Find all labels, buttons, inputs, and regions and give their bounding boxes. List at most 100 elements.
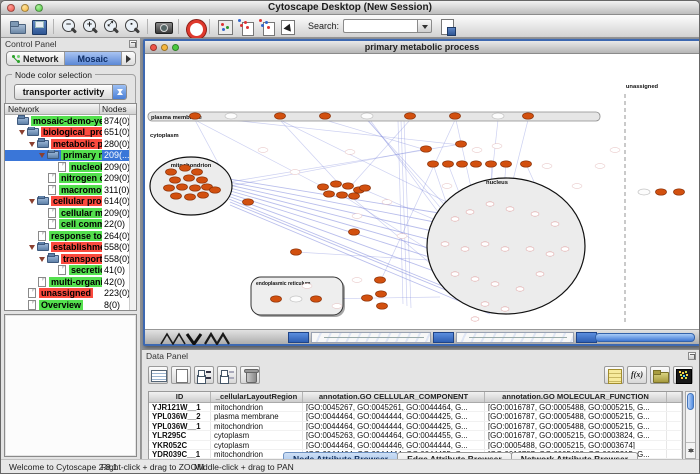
zoom-out-icon[interactable] bbox=[59, 17, 79, 36]
gene-node[interactable] bbox=[318, 184, 329, 190]
tree-row[interactable]: unassigned223(0) bbox=[5, 288, 136, 300]
tree-row[interactable]: cell communicat22(0) bbox=[5, 219, 136, 231]
gene-node[interactable] bbox=[164, 185, 175, 191]
annotation-icon[interactable] bbox=[278, 17, 298, 36]
tree-row[interactable]: secretion41(0) bbox=[5, 265, 136, 277]
gene-node[interactable] bbox=[349, 229, 360, 235]
notes-icon[interactable] bbox=[604, 366, 624, 384]
table-row[interactable]: YPL036W__2plasma membrane[GO:0044464, GO… bbox=[149, 412, 682, 421]
tree-column-nodes[interactable]: Nodes bbox=[99, 104, 136, 114]
gene-node[interactable] bbox=[166, 169, 177, 175]
tree-scrollbar[interactable] bbox=[129, 115, 136, 310]
gene-node[interactable] bbox=[360, 185, 371, 191]
column-header[interactable]: annotation.GO MOLECULAR_FUNCTION bbox=[485, 392, 667, 402]
table-scrollbar[interactable] bbox=[685, 391, 696, 459]
gene-node[interactable] bbox=[421, 146, 432, 152]
gene-node[interactable] bbox=[291, 249, 302, 255]
snapshot-icon[interactable] bbox=[153, 17, 173, 36]
table-row[interactable]: YPL036W__1mitochondrion[GO:0044464, GO:0… bbox=[149, 422, 682, 431]
import-attributes-icon[interactable] bbox=[650, 366, 670, 384]
save-session-as-icon[interactable] bbox=[438, 17, 458, 36]
node-color-dropdown[interactable]: transporter activity bbox=[14, 84, 127, 100]
gene-node[interactable] bbox=[501, 161, 512, 167]
gene-node[interactable] bbox=[185, 194, 196, 200]
open-file-icon[interactable] bbox=[7, 17, 27, 36]
network-thumb-handle[interactable] bbox=[576, 332, 597, 343]
help-icon[interactable] bbox=[184, 17, 204, 36]
gene-node[interactable] bbox=[405, 113, 416, 119]
tree-row[interactable]: Overview8(0) bbox=[5, 299, 136, 311]
tab-mosaic[interactable]: Mosaic bbox=[65, 52, 123, 65]
zoom-in-icon[interactable] bbox=[80, 17, 100, 36]
tree-row[interactable]: multi-organism pro42(0) bbox=[5, 276, 136, 288]
unselect-attributes-icon[interactable] bbox=[217, 366, 237, 384]
gene-node[interactable] bbox=[311, 296, 322, 302]
select-all-icon[interactable] bbox=[148, 366, 168, 384]
tree-row[interactable]: cellular process614(0) bbox=[5, 196, 136, 208]
minimize-icon[interactable] bbox=[21, 4, 29, 12]
zoom-window-icon[interactable] bbox=[35, 4, 43, 12]
save-session-icon[interactable] bbox=[28, 17, 48, 36]
gene-node[interactable] bbox=[376, 291, 387, 297]
network-canvas[interactable]: plasma membrane cytoplasm unassigned mit… bbox=[145, 54, 699, 329]
close-icon[interactable] bbox=[7, 4, 15, 12]
gene-node[interactable] bbox=[456, 141, 467, 147]
frame-close-icon[interactable] bbox=[150, 44, 157, 51]
zoom-fit-icon[interactable] bbox=[101, 17, 121, 36]
import-table-icon[interactable] bbox=[257, 17, 277, 36]
column-header[interactable]: annotation.GO CELLULAR_COMPONENT bbox=[303, 392, 485, 402]
function-icon[interactable]: f(x) bbox=[627, 366, 647, 384]
column-header[interactable]: _cellularLayoutRegion bbox=[211, 392, 303, 402]
gene-node[interactable] bbox=[192, 169, 203, 175]
tree-row[interactable]: mosaic-demo-yeast874(0) bbox=[5, 115, 136, 127]
gene-node[interactable] bbox=[197, 177, 208, 183]
tab-network[interactable]: Network bbox=[7, 52, 65, 65]
gene-node[interactable] bbox=[271, 296, 282, 302]
tree-row[interactable]: establishment of lo558(0) bbox=[5, 242, 136, 254]
gene-node[interactable] bbox=[337, 192, 348, 198]
frame-minimize-icon[interactable] bbox=[161, 44, 168, 51]
table-scrollbar-thumb[interactable] bbox=[687, 393, 694, 410]
tree-row[interactable]: nucleobase-209(0) bbox=[5, 161, 136, 173]
table-row[interactable]: YLR295Ccytoplasm[GO:0045263, GO:0044464,… bbox=[149, 431, 682, 440]
tab-overflow-arrow-icon[interactable] bbox=[122, 52, 135, 65]
gene-node[interactable] bbox=[375, 277, 386, 283]
new-attribute-icon[interactable] bbox=[171, 366, 191, 384]
gene-node[interactable] bbox=[450, 113, 461, 119]
network-thumb-handle[interactable] bbox=[433, 332, 454, 343]
gene-node[interactable] bbox=[184, 175, 195, 181]
gene-node[interactable] bbox=[320, 113, 331, 119]
gene-node[interactable] bbox=[443, 161, 454, 167]
frame-zoom-icon[interactable] bbox=[172, 44, 179, 51]
gene-node[interactable] bbox=[190, 113, 201, 119]
gene-node[interactable] bbox=[377, 303, 388, 309]
tree-row[interactable]: macromolecule311(0) bbox=[5, 184, 136, 196]
tree-row[interactable]: transport558(0) bbox=[5, 253, 136, 265]
gene-node[interactable] bbox=[177, 184, 188, 190]
column-header[interactable]: ID bbox=[149, 392, 211, 402]
float-panel-icon[interactable] bbox=[129, 40, 137, 48]
gene-node[interactable] bbox=[275, 113, 286, 119]
gene-node[interactable] bbox=[656, 189, 667, 195]
gene-node[interactable] bbox=[210, 187, 221, 193]
table-row[interactable]: YJR121W__1mitochondrion[GO:0045267, GO:0… bbox=[149, 403, 682, 412]
scrollbar-arrows-icon[interactable] bbox=[686, 442, 695, 458]
tree-row[interactable]: metabolic process280(0) bbox=[5, 138, 136, 150]
tree-row[interactable]: response to stimulu264(0) bbox=[5, 230, 136, 242]
gene-node[interactable] bbox=[243, 199, 254, 205]
matrix-icon[interactable] bbox=[673, 366, 693, 384]
network-thumbnail[interactable] bbox=[456, 332, 574, 343]
gene-node[interactable] bbox=[324, 191, 335, 197]
gene-node[interactable] bbox=[521, 161, 532, 167]
gene-node[interactable] bbox=[331, 181, 342, 187]
gene-node[interactable] bbox=[362, 295, 373, 301]
float-panel-icon[interactable] bbox=[688, 352, 696, 360]
tree-row[interactable]: nitrogen compo209(0) bbox=[5, 173, 136, 185]
gene-node[interactable] bbox=[674, 189, 685, 195]
table-row[interactable]: YKR052Ccytoplasm[GO:0044464, GO:0044446,… bbox=[149, 441, 682, 450]
tree-row[interactable]: cellular metabo209(0) bbox=[5, 207, 136, 219]
search-input[interactable] bbox=[343, 19, 417, 33]
import-network-icon[interactable] bbox=[236, 17, 256, 36]
tree-row[interactable]: biological_process651(0) bbox=[5, 127, 136, 139]
gene-node[interactable] bbox=[349, 193, 360, 199]
